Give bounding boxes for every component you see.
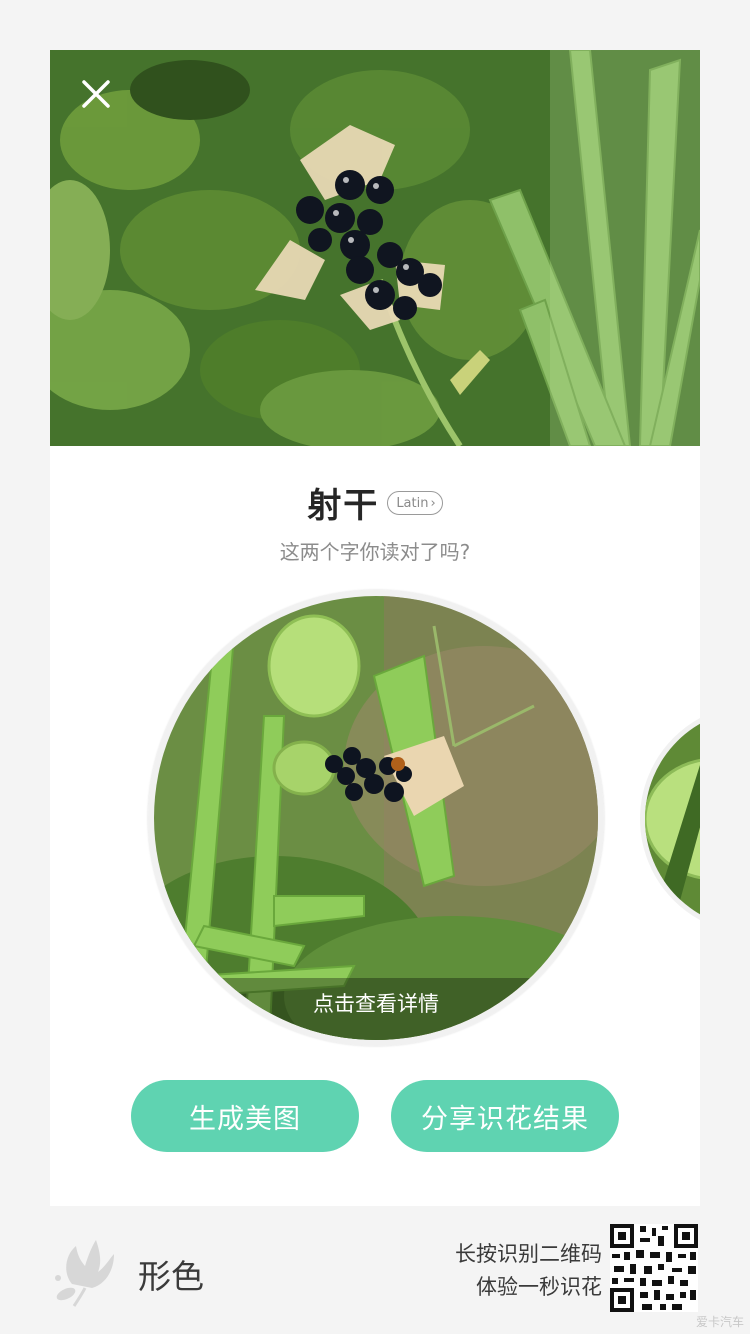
title-row: 射干 Latin › <box>50 478 700 526</box>
next-photo-circle[interactable] <box>640 704 700 934</box>
close-button[interactable] <box>78 76 114 112</box>
watermark: 爱卡汽车 <box>695 1315 744 1329</box>
flower-logo-icon <box>55 1240 114 1307</box>
hero-photo <box>50 50 700 446</box>
view-details-label: 点击查看详情 <box>313 992 439 1016</box>
brand-name: 形色 <box>138 1257 204 1296</box>
pronunciation-hint: 这两个字你读对了吗? <box>279 540 471 564</box>
qr-code-icon[interactable] <box>610 1224 698 1312</box>
share-result-button[interactable]: 分享识花结果 <box>391 1080 619 1152</box>
chevron-right-icon: › <box>430 495 436 511</box>
plant-name: 射干 <box>307 485 380 526</box>
qr-instructions: 长按识别二维码 体验一秒识花 <box>455 1238 602 1304</box>
qr-line-2: 体验一秒识花 <box>476 1275 602 1299</box>
qr-line-1: 长按识别二维码 <box>455 1242 602 1266</box>
latin-button[interactable]: Latin › <box>387 491 443 515</box>
plant-photo-circle[interactable]: 点击查看详情 <box>148 590 604 1046</box>
detail-band[interactable]: 点击查看详情 <box>154 978 598 1040</box>
footer: 形色 长按识别二维码 体验一秒识花 爱卡汽车 <box>0 1206 750 1334</box>
close-icon <box>82 80 110 108</box>
latin-label: Latin <box>396 495 429 511</box>
next-photo-image <box>645 709 700 929</box>
result-card: 射干 Latin › 这两个字你读对了吗? 点击查看详情 生成美图 分享识花结果 <box>50 50 700 1206</box>
generate-image-button[interactable]: 生成美图 <box>131 1080 359 1152</box>
hero-photo-image <box>50 50 700 446</box>
